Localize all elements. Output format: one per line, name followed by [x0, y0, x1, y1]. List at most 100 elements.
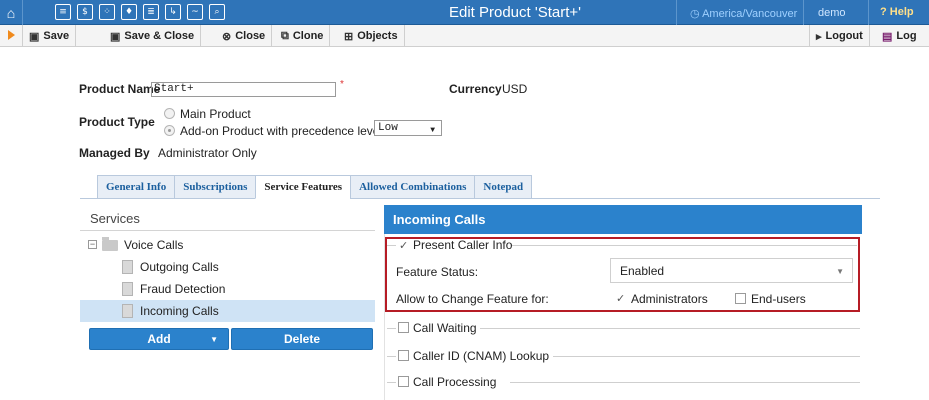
chart-icon[interactable]: ~: [187, 4, 203, 20]
objects-button[interactable]: ⊞ Objects: [338, 25, 405, 47]
tab-bar: General Info Subscriptions Service Featu…: [97, 175, 533, 199]
page-title: Edit Product 'Start+': [448, 4, 582, 21]
save-icon: ▣: [110, 30, 121, 43]
clone-label: Clone: [292, 30, 324, 42]
save-label: Save: [43, 30, 70, 42]
feature-status-select[interactable]: Enabled ▼: [610, 258, 853, 283]
clock-icon: ◷: [690, 8, 700, 20]
tree-item-voice-calls[interactable]: Voice Calls: [102, 234, 183, 256]
call-waiting-label: Call Waiting: [413, 321, 477, 335]
tab-allowed-combinations[interactable]: Allowed Combinations: [350, 175, 475, 199]
close-icon: ⊗: [222, 30, 232, 43]
addon-product-label: Add-on Product with precedence level: [180, 124, 383, 138]
timezone-link[interactable]: ◷ America/Vancouver: [690, 7, 797, 20]
divider: [868, 0, 869, 25]
tab-notepad[interactable]: Notepad: [474, 175, 533, 199]
user-link[interactable]: demo: [818, 7, 846, 19]
tab-general-info[interactable]: General Info: [97, 175, 175, 199]
divider: [510, 382, 860, 383]
product-type-label: Product Type: [79, 115, 155, 129]
help-link[interactable]: ? Help: [880, 6, 914, 18]
administrators-label: Administrators: [631, 292, 708, 306]
save-close-button[interactable]: ▣ Save & Close: [104, 25, 202, 47]
divider: [387, 382, 396, 383]
administrators-checkbox[interactable]: ✓: [615, 293, 626, 304]
required-mark: *: [340, 79, 344, 90]
divider: [512, 245, 857, 246]
precedence-select[interactable]: Low ▼: [374, 120, 442, 136]
tree-item-fraud-detection[interactable]: Fraud Detection: [122, 278, 225, 300]
tree-item-label: Fraud Detection: [140, 282, 226, 296]
search-icon[interactable]: ⌕: [209, 4, 225, 20]
person-icon[interactable]: ♦: [121, 4, 137, 20]
present-caller-info-label: Present Caller Info: [413, 238, 513, 252]
feature-status-label: Feature Status:: [396, 265, 479, 279]
help-icon: ?: [880, 6, 887, 18]
tab-subscriptions[interactable]: Subscriptions: [174, 175, 256, 199]
play-icon[interactable]: [8, 30, 15, 40]
delete-button[interactable]: Delete: [231, 328, 373, 350]
dollar-icon[interactable]: $: [77, 4, 93, 20]
tab-service-features[interactable]: Service Features: [255, 175, 351, 199]
timezone-label: America/Vancouver: [702, 8, 798, 20]
logout-icon: ▸: [816, 30, 822, 43]
objects-label: Objects: [357, 30, 398, 42]
chevron-down-icon: ▼: [430, 126, 435, 135]
call-waiting-checkbox[interactable]: [398, 322, 409, 333]
caller-id-lookup-label: Caller ID (CNAM) Lookup: [413, 349, 550, 363]
chevron-down-icon: ▼: [836, 267, 844, 276]
sliders-icon[interactable]: ≣: [143, 4, 159, 20]
toolbar: ▣ Save ▣ Save & Close ⊗ Close ⧉ Clone ⊞ Objec…: [0, 25, 929, 47]
currency-label: Currency: [449, 82, 502, 96]
save-button[interactable]: ▣ Save: [22, 25, 77, 47]
tree-item-label: Voice Calls: [124, 238, 184, 252]
divider: [480, 328, 860, 329]
document-icon: [122, 282, 133, 296]
log-button[interactable]: ▤ Log: [876, 25, 923, 47]
close-button[interactable]: ⊗ Close: [216, 25, 273, 47]
top-bar: ⌂ ≡ $ ⁘ ♦ ≣ ↳ ~ ⌕ Edit Product 'Start+' …: [0, 0, 929, 25]
caller-id-lookup-checkbox[interactable]: [398, 350, 409, 361]
services-title: Services: [90, 211, 140, 226]
add-label: Add: [147, 332, 171, 346]
allow-change-label: Allow to Change Feature for:: [396, 292, 549, 306]
call-processing-checkbox[interactable]: [398, 376, 409, 387]
log-label: Log: [896, 30, 917, 42]
clone-icon: ⧉: [281, 29, 289, 42]
folder-icon: [102, 236, 118, 251]
divider: [22, 0, 23, 25]
add-button[interactable]: Add ▼: [89, 328, 229, 350]
menu-icon[interactable]: ≡: [55, 4, 71, 20]
precedence-value: Low: [378, 122, 398, 134]
clone-button[interactable]: ⧉ Clone: [275, 25, 331, 47]
product-name-input[interactable]: Start+: [151, 82, 336, 97]
tree-item-label: Outgoing Calls: [140, 260, 219, 274]
objects-icon: ⊞: [344, 30, 354, 43]
divider: [80, 230, 375, 231]
logout-button[interactable]: ▸ Logout: [809, 25, 870, 47]
help-label: Help: [889, 6, 914, 18]
divider: [553, 356, 860, 357]
end-users-checkbox[interactable]: [735, 293, 746, 304]
divider: [676, 0, 677, 25]
save-icon: ▣: [29, 30, 40, 43]
divider: [387, 356, 396, 357]
home-icon[interactable]: ⌂: [0, 0, 22, 25]
chevron-down-icon[interactable]: ▼: [210, 335, 218, 344]
feature-status-value: Enabled: [620, 263, 665, 278]
close-label: Close: [235, 30, 266, 42]
export-icon[interactable]: ↳: [165, 4, 181, 20]
call-processing-label: Call Processing: [413, 375, 497, 389]
addon-product-radio[interactable]: [164, 125, 175, 136]
present-caller-info-checkbox[interactable]: ✓: [398, 240, 409, 251]
grid-icon[interactable]: ⁘: [99, 4, 115, 20]
collapse-icon[interactable]: −: [88, 240, 97, 249]
tree-item-outgoing-calls[interactable]: Outgoing Calls: [122, 256, 219, 278]
product-name-label: Product Name: [79, 82, 161, 96]
divider: [387, 245, 396, 246]
main-product-radio[interactable]: [164, 108, 175, 119]
divider: [803, 0, 804, 25]
log-icon: ▤: [882, 30, 893, 43]
tree-item-incoming-calls[interactable]: Incoming Calls: [80, 300, 375, 322]
currency-value: USD: [502, 82, 528, 96]
